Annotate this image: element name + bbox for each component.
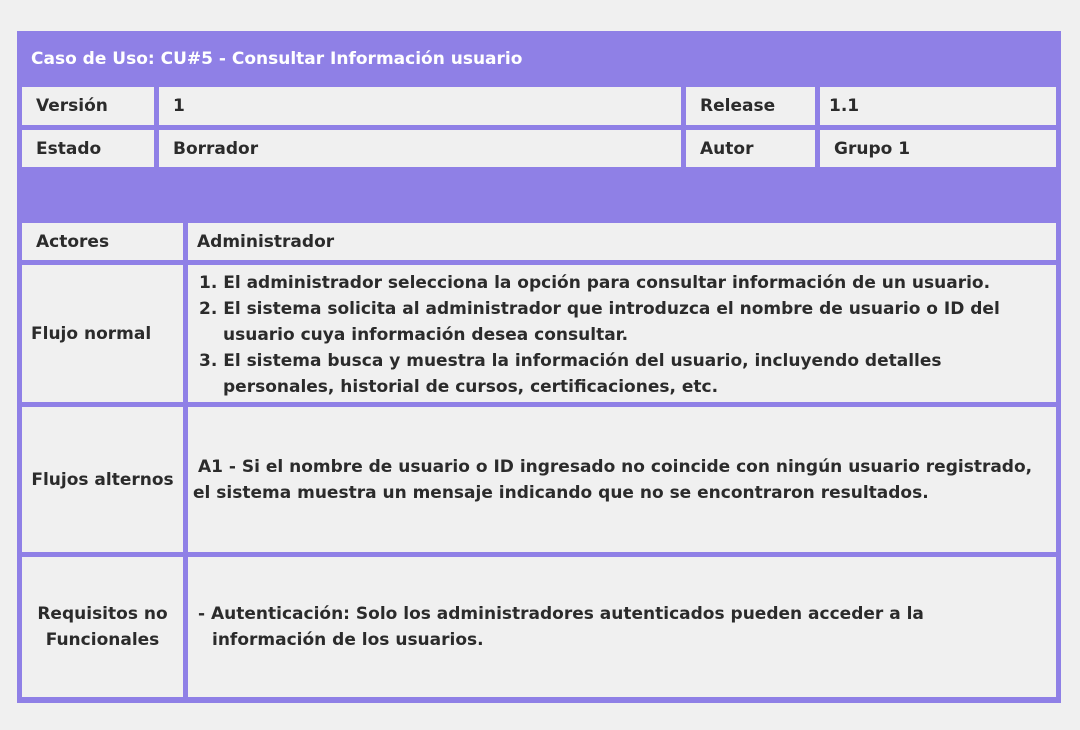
- actores-label: Actores: [22, 223, 183, 260]
- flujos-alternos-label: Flujos alternos: [22, 407, 183, 552]
- autor-label: Autor: [686, 130, 815, 167]
- flujo-normal-label: Flujo normal: [22, 265, 183, 402]
- flujo-step: 2. El sistema solicita al administrador …: [199, 299, 1000, 345]
- release-label: Release: [686, 87, 815, 125]
- requisitos-text: - Autenticación: Solo los administradore…: [198, 604, 924, 650]
- flujos-alternos-text: A1 - Si el nombre de usuario o ID ingres…: [193, 456, 1033, 503]
- requisitos-label: Requisitos no Funcionales: [22, 557, 183, 697]
- version-label: Versión: [22, 87, 154, 125]
- estado-value: Borrador: [159, 130, 681, 167]
- version-value: 1: [159, 87, 681, 125]
- estado-label: Estado: [22, 130, 154, 167]
- flujo-step: 3. El sistema busca y muestra la informa…: [199, 351, 942, 397]
- requisitos-cell: - Autenticación: Solo los administradore…: [188, 557, 1056, 697]
- autor-value: Grupo 1: [820, 130, 1056, 167]
- actores-value: Administrador: [188, 223, 1056, 260]
- release-value: 1.1: [820, 87, 1056, 125]
- flujos-alternos-cell: A1 - Si el nombre de usuario o ID ingres…: [188, 407, 1056, 552]
- flujo-step: 1. El administrador selecciona la opción…: [199, 273, 991, 293]
- use-case-title: Caso de Uso: CU#5 - Consultar Informació…: [31, 49, 523, 69]
- use-case-table: Caso de Uso: CU#5 - Consultar Informació…: [17, 31, 1061, 703]
- flujo-normal-steps: 1. El administrador selecciona la opción…: [188, 265, 1056, 402]
